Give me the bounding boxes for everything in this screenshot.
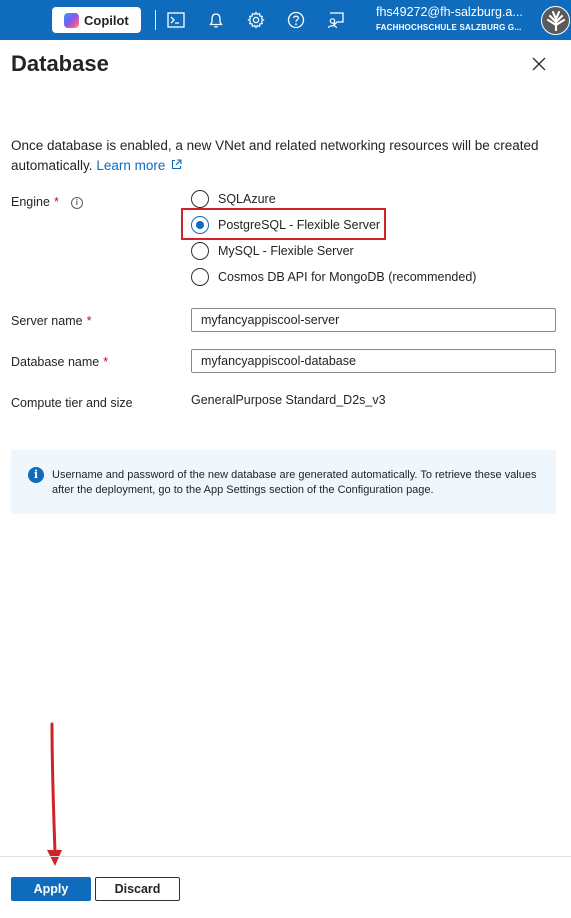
info-message-bar: i Username and password of the new datab… [11,450,556,514]
engine-option-label: MySQL - Flexible Server [218,244,354,258]
engine-option-mysql[interactable]: MySQL - Flexible Server [191,241,354,261]
gear-icon[interactable] [245,9,267,31]
database-name-input[interactable]: myfancyappiscool-database [191,349,556,373]
account-org: FACHHOCHSCHULE SALZBURG G... [376,22,522,32]
red-arrow-annotation [47,722,62,866]
discard-button[interactable]: Discard [95,877,180,901]
database-name-label-row: Database name * [11,355,108,369]
apply-button[interactable]: Apply [11,877,91,901]
database-name-label: Database name [11,355,100,369]
info-icon[interactable]: i [70,197,83,209]
footer-divider [0,856,571,857]
engine-option-label: Cosmos DB API for MongoDB (recommended) [218,270,477,284]
required-mark: * [86,314,92,328]
cloud-shell-icon[interactable] [165,9,187,31]
intro-text-block: Once database is enabled, a new VNet and… [11,136,561,176]
highlight-annotation-box [181,208,386,240]
account-email: fhs49272@fh-salzburg.a... [376,5,523,19]
copilot-icon [64,12,79,28]
radio-button[interactable] [191,268,209,286]
avatar[interactable] [541,6,570,35]
panel-title: Database [11,51,109,76]
bell-icon[interactable] [205,9,227,31]
feedback-icon[interactable] [325,9,347,31]
info-icon: i [28,467,44,483]
topbar-divider [155,10,156,30]
required-mark: * [103,355,109,369]
engine-option-sqlazure[interactable]: SQLAzure [191,189,276,209]
copilot-label: Copilot [84,12,129,28]
account-info[interactable]: fhs49272@fh-salzburg.a... FACHHOCHSCHULE… [376,6,523,32]
learn-more-link[interactable]: Learn more [96,158,182,173]
engine-label-row: Engine * i [11,195,83,209]
info-message-text: Username and password of the new databas… [52,469,537,496]
required-mark: * [53,195,59,209]
close-icon[interactable] [531,56,547,72]
help-icon[interactable] [285,9,307,31]
engine-option-label: SQLAzure [218,192,276,206]
compute-tier-label: Compute tier and size [11,396,133,410]
radio-button[interactable] [191,190,209,208]
server-name-label: Server name [11,314,83,328]
copilot-button[interactable]: Copilot [52,7,141,33]
server-name-label-row: Server name * [11,314,91,328]
org-logo-icon [546,10,565,31]
external-link-icon [172,159,182,170]
engine-label: Engine [11,195,50,209]
compute-tier-value: GeneralPurpose Standard_D2s_v3 [191,393,386,407]
intro-text: Once database is enabled, a new VNet and… [11,138,539,173]
server-name-input[interactable]: myfancyappiscool-server [191,308,556,332]
radio-button[interactable] [191,242,209,260]
engine-option-cosmosdb[interactable]: Cosmos DB API for MongoDB (recommended) [191,267,476,287]
top-bar: Copilot fhs49272@fh-salzburg.a... FACHHO… [0,0,571,40]
